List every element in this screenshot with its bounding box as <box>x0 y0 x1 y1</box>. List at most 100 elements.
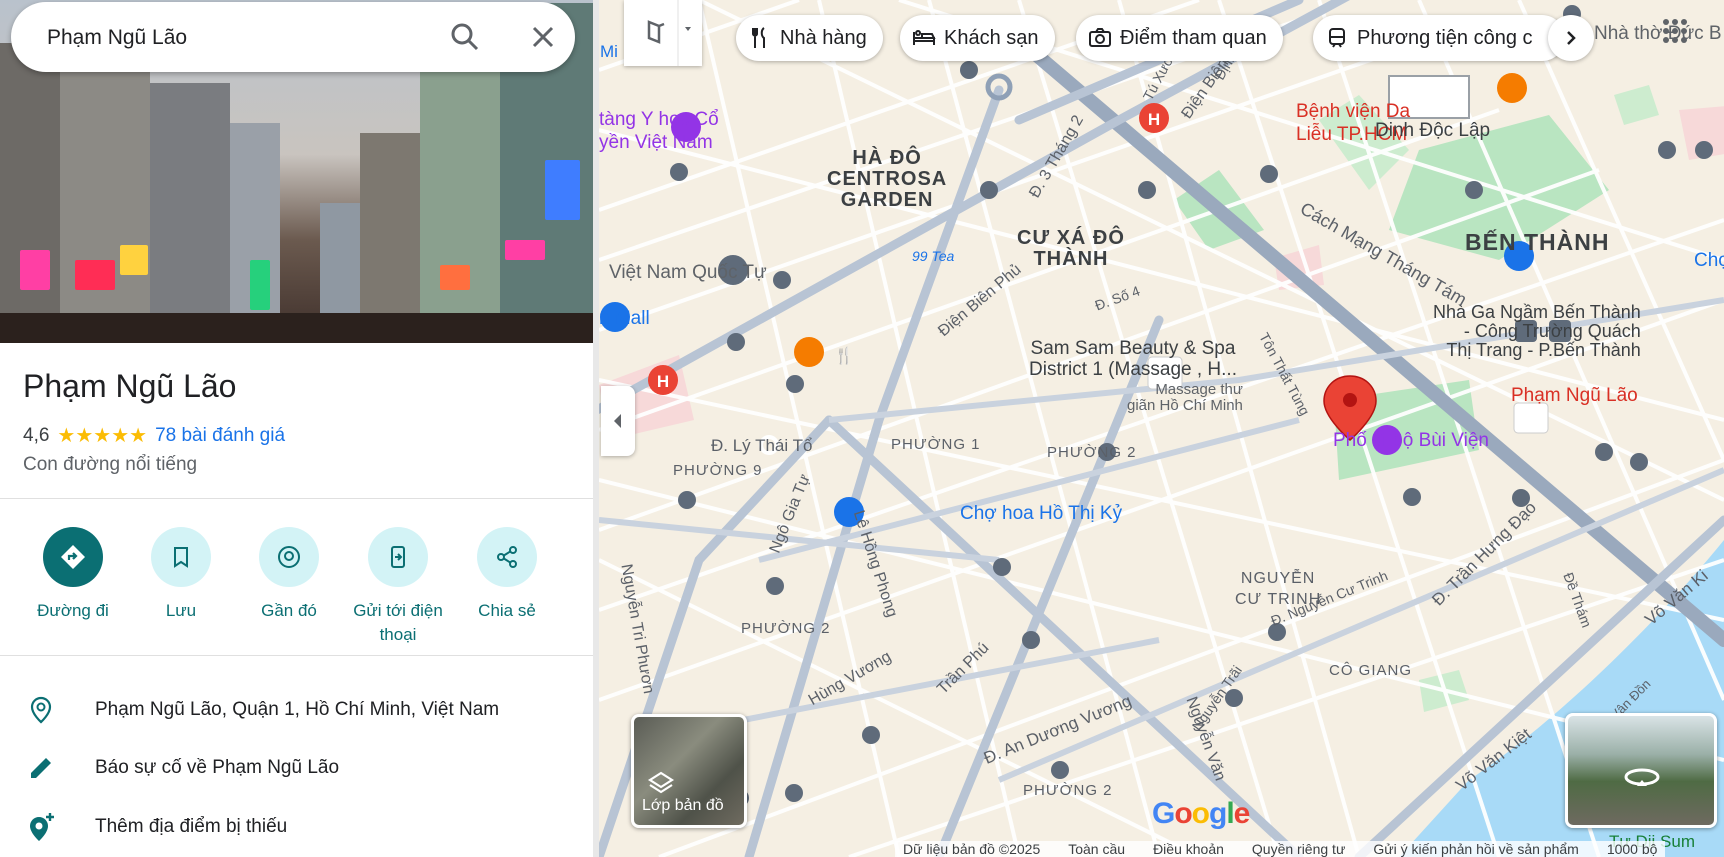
map-scale[interactable]: 1000 bộ <box>1607 841 1658 857</box>
street-label-ly-thai-to: Đ. Lý Thái Tổ <box>711 436 813 455</box>
svg-text:🍴: 🍴 <box>834 346 854 365</box>
nearby-label: Gần đó <box>261 601 317 620</box>
chevron-left-icon <box>614 414 621 428</box>
place-category[interactable]: Con đường nổi tiếng <box>23 454 197 476</box>
chip-transit[interactable]: Phương tiện công c <box>1313 15 1565 61</box>
add-missing-place-row[interactable]: Thêm địa điểm bị thiếu <box>0 800 593 856</box>
chip-restaurants-label: Nhà hàng <box>780 26 867 49</box>
send-to-phone-icon <box>391 546 405 568</box>
map-layers-button[interactable]: Lớp bản đồ <box>631 714 747 828</box>
nearby-icon <box>278 546 300 568</box>
map-canvas[interactable]: 🍴 H H HÀ ĐÔ CENTROSA GARDEN CƯ XÁ ĐÔ THÀ… <box>599 0 1724 857</box>
report-issue-text: Báo sự cố về Phạm Ngũ Lão <box>95 757 340 778</box>
footer-global-link[interactable]: Toàn cầu <box>1068 841 1125 857</box>
add-missing-place-text: Thêm địa điểm bị thiếu <box>95 816 288 837</box>
footer-feedback-link[interactable]: Gửi ý kiến phản hồi về sản phẩm <box>1373 841 1579 857</box>
search-icon <box>451 23 479 51</box>
nearby-button[interactable]: Gần đó <box>234 527 344 623</box>
chip-attractions-label: Điểm tham quan <box>1120 26 1267 49</box>
chips-next-button[interactable] <box>1548 15 1594 61</box>
close-icon <box>532 26 554 48</box>
panel-scrollbar[interactable] <box>593 0 599 857</box>
hotel-icon <box>913 30 936 45</box>
poi-label-nha-tho[interactable]: Nhà thờ Đức B <box>1594 23 1722 45</box>
area-label-ben-thanh: BẾN THÀNH <box>1465 229 1610 255</box>
rotate-360-icon <box>1624 768 1660 786</box>
bookmark-icon <box>174 547 188 568</box>
rating-stars: ★★★★★ <box>57 425 148 447</box>
google-logo: Google <box>1152 797 1250 830</box>
chevron-right-icon <box>1567 31 1576 45</box>
ward-label-phuong-1: PHƯỜNG 1 <box>891 436 981 453</box>
poi-label-pham-ngu-lao[interactable]: Phạm Ngũ Lão <box>1511 385 1638 407</box>
poi-label-99-tea[interactable]: 99 Tea <box>912 248 954 264</box>
share-label: Chia sẻ <box>478 601 536 620</box>
map-roads: 🍴 H H <box>599 0 1724 857</box>
street-view-thumbnail[interactable] <box>1565 713 1717 828</box>
directions-label: Đường đi <box>37 601 109 620</box>
area-label-cu-xa-do-thanh: CƯ XÁ ĐÔ THÀNH <box>1017 227 1125 270</box>
poi-label-cho[interactable]: Chợ <box>1694 250 1724 272</box>
save-label: Lưu <box>165 601 197 620</box>
ward-label-phuong-2: PHƯỜNG 2 <box>1047 444 1137 461</box>
clear-search-button[interactable] <box>525 19 561 55</box>
share-icon <box>497 546 517 568</box>
area-label-ha-do: HÀ ĐÔ CENTROSA GARDEN <box>827 147 948 211</box>
location-pin-icon <box>30 696 52 724</box>
share-button[interactable]: Chia sẻ <box>452 527 562 623</box>
collapse-panel-button[interactable] <box>601 386 635 456</box>
report-issue-row[interactable]: Báo sự cố về Phạm Ngũ Lão <box>0 741 593 797</box>
chip-transit-label: Phương tiện công c <box>1357 26 1533 49</box>
footer-terms-link[interactable]: Điều khoản <box>1153 841 1224 857</box>
poi-label-viet-nam-quoc-tu[interactable]: Việt Nam Quốc Tự <box>609 262 767 284</box>
add-location-icon <box>30 813 54 841</box>
poi-label-museum[interactable]: tàng Y học Cổ yền Việt Nam <box>599 108 719 154</box>
poi-label-massage[interactable]: Massage thư giãn Hồ Chí Minh <box>1127 382 1243 414</box>
chip-attractions[interactable]: Điểm tham quan <box>1076 15 1283 61</box>
divider <box>0 655 593 656</box>
send-to-phone-button[interactable]: Gửi tới điện thoại <box>343 527 453 647</box>
poi-label-cho-hoa[interactable]: Chợ hoa Hồ Thị Kỷ <box>960 503 1122 525</box>
restaurant-icon <box>752 27 765 48</box>
footer-privacy-link[interactable]: Quyền riêng tư <box>1252 841 1345 857</box>
ward-label-phuong-2-bottom: PHƯỜNG 2 <box>1023 782 1113 799</box>
place-title: Phạm Ngũ Lão <box>23 368 237 404</box>
map-layer-toggle[interactable] <box>624 0 702 66</box>
address-row[interactable]: Phạm Ngũ Lão, Quận 1, Hồ Chí Minh, Việt … <box>0 683 593 739</box>
reviews-link[interactable]: 78 bài đánh giá <box>155 425 285 447</box>
camera-icon <box>1089 28 1111 47</box>
rating-value: 4,6 <box>23 424 50 446</box>
apps-grid-icon[interactable] <box>1660 16 1690 46</box>
directions-icon <box>61 545 85 569</box>
address-text: Phạm Ngũ Lão, Quận 1, Hồ Chí Minh, Việt … <box>95 699 500 720</box>
google-maps-window: 🍴 H H HÀ ĐÔ CENTROSA GARDEN CƯ XÁ ĐÔ THÀ… <box>0 0 1724 857</box>
poi-label-nha-ga-ben-thanh[interactable]: Nhà Ga Ngầm Bến Thành - Công Trường Quác… <box>1433 303 1641 360</box>
svg-text:H: H <box>657 372 669 391</box>
send-to-phone-label: Gửi tới điện thoại <box>353 601 443 644</box>
poi-label-dinh-doc-lap[interactable]: Dinh Độc Lập <box>1375 120 1490 142</box>
save-button[interactable]: Lưu <box>126 527 236 623</box>
poi-label-pho-di-bo-bui-vien[interactable]: Phố đi bộ Bùi Viện <box>1333 430 1489 452</box>
ward-label-phuong-9: PHƯỜNG 9 <box>673 462 763 479</box>
poi-label-mall[interactable]: n Mall <box>599 308 650 330</box>
map-layers-label: Lớp bản đồ <box>642 797 724 814</box>
divider <box>0 498 593 499</box>
search-box[interactable] <box>11 2 575 72</box>
map-footer: Dữ liệu bản đồ ©2025 Toàn cầu Điều khoản… <box>895 841 1666 857</box>
chip-hotels-label: Khách sạn <box>944 26 1039 49</box>
map-data-credit: Dữ liệu bản đồ ©2025 <box>903 841 1041 857</box>
search-input[interactable] <box>47 24 427 52</box>
layers-icon <box>647 771 675 794</box>
svg-text:H: H <box>1148 110 1160 129</box>
directions-button[interactable]: Đường đi <box>18 527 128 623</box>
rating-row: 4,6 ★★★★★ 78 bài đánh giá <box>23 423 285 448</box>
poi-label-mi[interactable]: Mi <box>600 42 618 62</box>
area-label-co-giang: CÔ GIANG <box>1329 662 1413 679</box>
chip-hotels[interactable]: Khách sạn <box>900 15 1055 61</box>
pencil-icon <box>31 758 51 778</box>
transit-icon <box>1329 28 1345 48</box>
place-panel: Phạm Ngũ Lão 4,6 ★★★★★ 78 bài đánh giá C… <box>0 0 593 857</box>
chip-restaurants[interactable]: Nhà hàng <box>736 15 883 61</box>
search-button[interactable] <box>447 19 483 55</box>
poi-label-sam-sam-spa[interactable]: Sam Sam Beauty & Spa District 1 (Massage… <box>1029 338 1237 380</box>
